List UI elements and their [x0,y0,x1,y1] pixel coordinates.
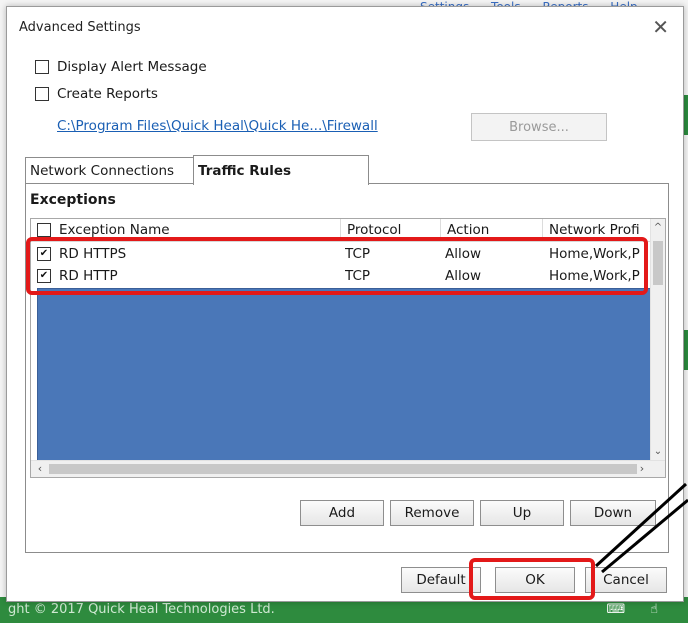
table-row[interactable]: RD HTTPS TCP Allow Home,Work,P [31,243,655,265]
horizontal-scrollbar[interactable]: ‹ › [31,460,665,477]
button-label: Add [328,505,356,521]
column-network-profile[interactable]: Network Profi [543,219,655,241]
scroll-right-icon[interactable]: › [635,461,649,477]
network-cell: Home,Work,P [549,268,640,284]
exception-name: RD HTTP [59,268,118,284]
tab-label: Network Connections [30,163,175,179]
browse-label: Browse... [509,119,569,135]
scroll-up-icon[interactable]: ^ [651,221,665,235]
add-button[interactable]: Add [300,500,384,526]
create-reports-option[interactable]: Create Reports [35,84,158,104]
create-reports-checkbox[interactable] [35,87,49,101]
cancel-button[interactable]: Cancel [585,567,667,593]
hand-icon[interactable]: ☝ [650,602,658,617]
copyright-text: ght © 2017 Quick Heal Technologies Ltd. [8,602,275,617]
table-row[interactable]: RD HTTP TCP Allow Home,Work,P [31,265,655,287]
column-label: Protocol [347,222,402,238]
row-checkbox[interactable] [37,247,51,261]
ok-button[interactable]: OK [495,567,575,593]
scroll-thumb[interactable] [49,464,637,474]
exception-name: RD HTTPS [59,246,127,262]
column-label: Exception Name [59,222,170,238]
list-header: Exception Name Protocol Action Network P… [31,219,665,242]
button-label: Remove [404,505,460,521]
exception-name-cell: RD HTTPS [37,243,337,265]
tab-label: Traffic Rules [198,162,292,179]
scroll-left-icon[interactable]: ‹ [33,461,47,477]
action-cell: Allow [445,246,482,262]
down-button[interactable]: Down [570,500,656,526]
up-button[interactable]: Up [480,500,564,526]
keyboard-icon[interactable]: ⌨ [607,602,626,617]
row-checkbox[interactable] [37,269,51,283]
scroll-thumb[interactable] [653,241,663,285]
exceptions-heading: Exceptions [30,192,116,208]
dialog-title: Advanced Settings [19,20,141,35]
column-exception-name[interactable]: Exception Name [31,219,341,241]
advanced-settings-dialog: Advanced Settings ✕ Display Alert Messag… [6,6,684,602]
create-reports-label: Create Reports [57,86,158,102]
button-label: OK [525,572,545,588]
vertical-scrollbar[interactable]: ^ ⌄ [650,219,665,461]
button-label: Up [512,505,532,521]
button-label: Down [593,505,633,521]
tab-network-connections[interactable]: Network Connections [25,157,195,184]
protocol-cell: TCP [345,268,371,284]
network-cell: Home,Work,P [549,246,640,262]
column-protocol[interactable]: Protocol [341,219,441,241]
button-label: Cancel [603,572,649,588]
remove-button[interactable]: Remove [390,500,474,526]
column-action[interactable]: Action [441,219,543,241]
exceptions-list[interactable]: Exception Name Protocol Action Network P… [30,218,666,478]
protocol-cell: TCP [345,246,371,262]
firewall-path-link[interactable]: C:\Program Files\Quick Heal\Quick He...\… [57,118,378,134]
close-icon[interactable]: ✕ [652,15,669,39]
display-alert-label: Display Alert Message [57,59,207,75]
list-empty-area [37,288,655,462]
column-label: Network Profi [549,222,640,238]
select-all-checkbox[interactable] [37,223,51,237]
display-alert-checkbox[interactable] [35,60,49,74]
browse-button[interactable]: Browse... [471,113,607,141]
title-bar: Advanced Settings ✕ [7,7,683,45]
scroll-down-icon[interactable]: ⌄ [651,445,665,459]
default-button[interactable]: Default [401,567,481,593]
traffic-rules-panel: Exceptions Exception Name Protocol Actio… [25,183,669,553]
column-label: Action [447,222,490,238]
tab-traffic-rules[interactable]: Traffic Rules [193,155,369,185]
display-alert-option[interactable]: Display Alert Message [35,57,207,77]
button-label: Default [416,572,466,588]
action-cell: Allow [445,268,482,284]
exception-name-cell: RD HTTP [37,265,337,287]
